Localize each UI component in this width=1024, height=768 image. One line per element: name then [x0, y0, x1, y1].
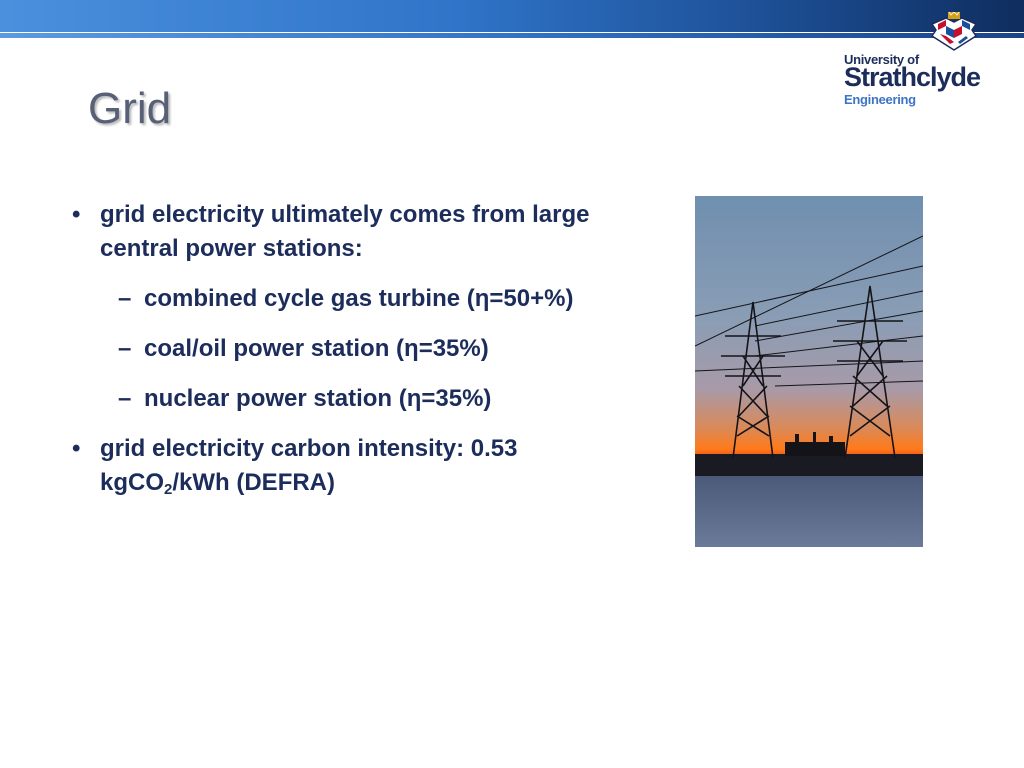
power-pylons-photo: [695, 196, 923, 547]
bullet-text-suffix: /kWh (DEFRA): [172, 469, 336, 496]
bullet-item: • grid electricity ultimately comes from…: [72, 198, 632, 266]
logo-strathclyde: Strathclyde: [844, 62, 981, 92]
sub-bullet-marker: –: [118, 285, 132, 312]
sub-bullet-marker: –: [118, 335, 132, 362]
university-logo: University of Strathclyde Engineering: [844, 12, 984, 110]
logo-engineering: Engineering: [844, 92, 916, 107]
sub-bullet-text: coal/oil power station (η=35%): [144, 335, 489, 362]
pylon-sunset-illustration: [695, 196, 923, 547]
sub-bullet-marker: –: [118, 385, 132, 412]
bullet-marker: •: [72, 435, 81, 462]
sub-bullet-text: nuclear power station (η=35%): [144, 385, 492, 412]
crest-icon: [930, 12, 978, 51]
bullet-text: grid electricity ultimately comes from l…: [100, 201, 590, 262]
bullet-marker: •: [72, 201, 81, 228]
bullet-item: • grid electricity carbon intensity: 0.5…: [72, 432, 632, 500]
sub-bullet-item: – nuclear power station (η=35%): [72, 382, 632, 416]
sub-bullet-item: – combined cycle gas turbine (η=50+%): [72, 282, 632, 316]
sub-bullet-text: combined cycle gas turbine (η=50+%): [144, 285, 574, 312]
sub-bullet-item: – coal/oil power station (η=35%): [72, 332, 632, 366]
bullet-list: • grid electricity ultimately comes from…: [72, 198, 632, 516]
slide-title: Grid: [88, 84, 172, 133]
